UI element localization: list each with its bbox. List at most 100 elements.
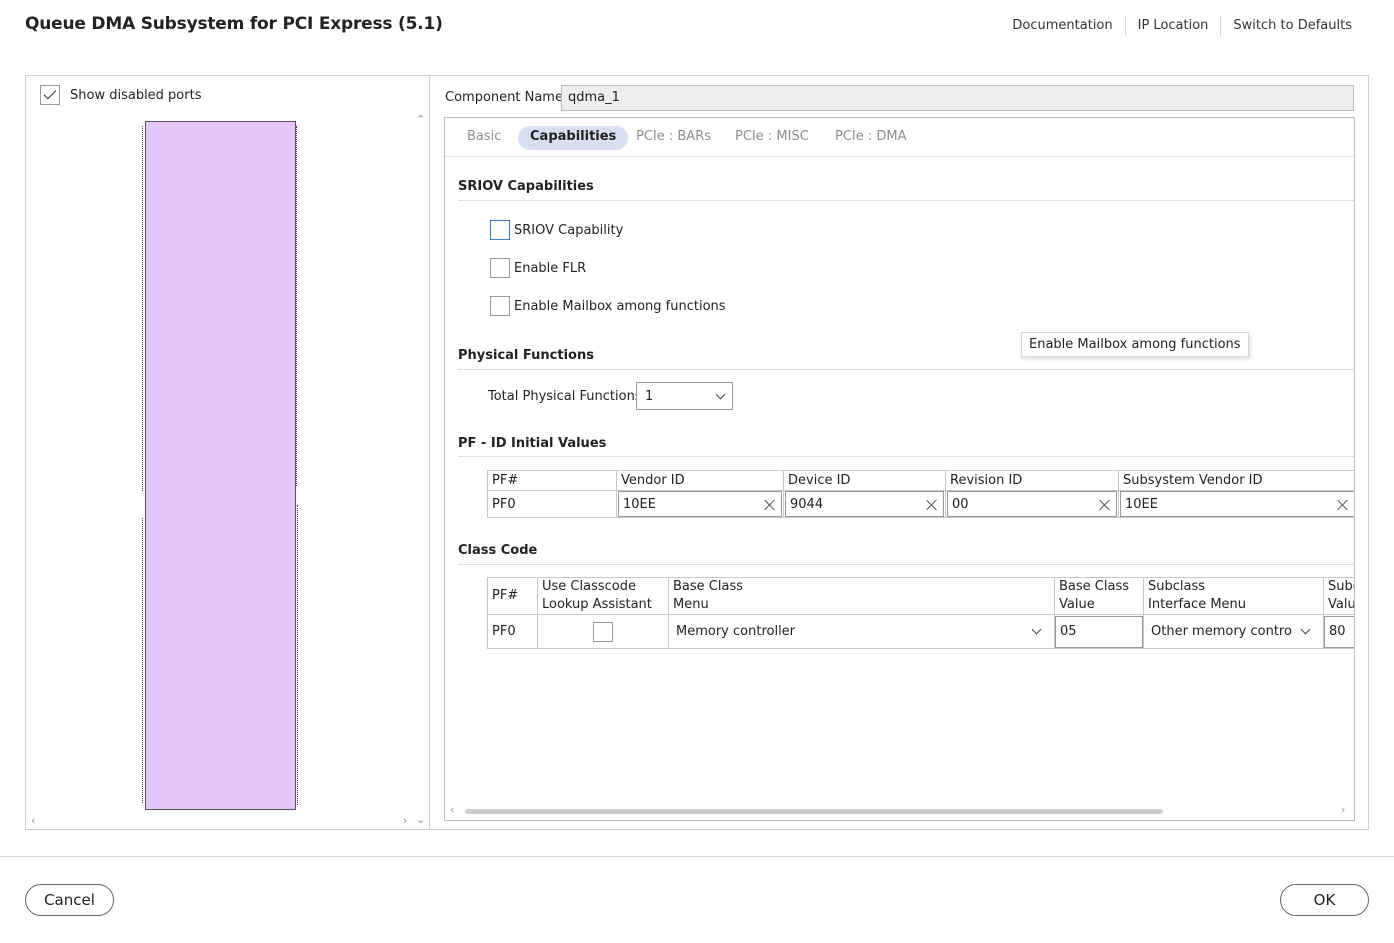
hscroll-right-icon[interactable]: ›	[1341, 803, 1345, 816]
subclass-menu-select[interactable]: Other memory controlle	[1148, 623, 1319, 641]
base-class-value-value: 05	[1060, 623, 1077, 639]
table-header-row: PF# Vendor ID Device ID Revision ID Subs…	[487, 470, 1354, 491]
col-base-class-menu: Base Class Menu	[668, 577, 1055, 615]
tab-pcie-bars[interactable]: PCIe : BARs	[624, 126, 723, 150]
use-assistant-checkbox[interactable]	[593, 621, 613, 642]
total-pf-value: 1	[645, 388, 654, 404]
tooltip: Enable Mailbox among functions	[1021, 332, 1249, 357]
col-use-classcode: Use Classcode Lookup Assistant	[537, 577, 669, 615]
ip-symbol-block[interactable]	[145, 121, 296, 810]
tab-basic[interactable]: Basic	[455, 126, 513, 150]
table-row: PF0 10EE 9044 00 10EE	[487, 490, 1354, 518]
hscroll-left-icon[interactable]: ‹	[450, 803, 454, 816]
vendor-id-cell: 10EE	[616, 490, 784, 518]
dialog-title: Queue DMA Subsystem for PCI Express (5.1…	[25, 14, 443, 34]
col-base-class-menu-line1: Base Class	[673, 579, 743, 594]
revision-id-value: 00	[952, 496, 969, 512]
class-code-title: Class Code	[458, 543, 538, 558]
cancel-button[interactable]: Cancel	[25, 884, 114, 916]
scroll-down-icon[interactable]: ⌄	[416, 813, 425, 826]
device-id-value: 9044	[790, 496, 824, 512]
vendor-id-value: 10EE	[623, 496, 656, 512]
clear-icon[interactable]	[1337, 499, 1348, 510]
col-pf: PF#	[487, 470, 617, 491]
tab-pcie-dma[interactable]: PCIe : DMA	[823, 126, 919, 150]
subclass-value-cell: 80	[1323, 614, 1354, 649]
component-name-input[interactable]: qdma_1	[561, 85, 1354, 111]
col-subsystem-vendor-id: Subsystem Vendor ID	[1118, 470, 1354, 491]
col-revision-id: Revision ID	[945, 470, 1119, 491]
col-use-classcode-line1: Use Classcode	[542, 579, 636, 594]
pf-cell: PF0	[487, 614, 538, 649]
chevron-down-icon	[715, 389, 726, 399]
show-disabled-ports-checkbox[interactable]	[40, 85, 60, 105]
chevron-down-icon	[1031, 624, 1042, 635]
use-assistant-cell	[537, 614, 669, 649]
enable-flr-checkbox[interactable]	[490, 258, 510, 278]
tab-capabilities[interactable]: Capabilities	[518, 126, 629, 150]
subsystem-vendor-id-cell: 10EE	[1118, 490, 1354, 518]
subclass-value-value: 80	[1329, 623, 1346, 639]
col-base-class-value-line2: Value	[1059, 597, 1095, 612]
col-subclass-menu: Subclass Interface Menu	[1143, 577, 1324, 615]
pf-divider	[458, 369, 1354, 370]
pf-id-table-wrap: PF# Vendor ID Device ID Revision ID Subs…	[487, 470, 1354, 518]
col-vendor-id: Vendor ID	[616, 470, 784, 491]
switch-to-defaults-link[interactable]: Switch to Defaults	[1220, 16, 1364, 36]
enable-mailbox-checkbox[interactable]	[490, 296, 510, 316]
subclass-menu-value: Other memory controlle	[1151, 623, 1293, 639]
pf-cell: PF0	[487, 490, 617, 518]
class-code-table: PF# Use Classcode Lookup Assistant Base …	[487, 577, 1354, 649]
documentation-link[interactable]: Documentation	[1000, 16, 1124, 36]
chevron-down-icon	[1300, 624, 1311, 635]
col-subclass-menu-line1: Subclass	[1148, 579, 1206, 594]
table-header-row: PF# Use Classcode Lookup Assistant Base …	[487, 577, 1354, 615]
total-pf-label: Total Physical Functions	[488, 389, 642, 404]
vendor-id-input[interactable]: 10EE	[618, 491, 782, 517]
col-base-class-menu-line2: Menu	[673, 597, 709, 612]
scroll-right-icon[interactable]: ›	[403, 814, 407, 827]
enable-flr-label: Enable FLR	[514, 260, 587, 276]
sriov-capability-checkbox[interactable]	[490, 220, 510, 240]
col-subclass-value: Subc Valu	[1323, 577, 1354, 615]
device-id-input[interactable]: 9044	[785, 491, 944, 517]
component-name-label: Component Name	[445, 90, 563, 105]
enable-mailbox-row: Enable Mailbox among functions	[490, 296, 726, 316]
col-base-class-value-line1: Base Class	[1059, 579, 1129, 594]
pf-id-divider	[458, 456, 1354, 457]
ok-button[interactable]: OK	[1280, 884, 1369, 916]
show-disabled-ports-label: Show disabled ports	[70, 87, 202, 103]
subsystem-vendor-id-input[interactable]: 10EE	[1120, 491, 1354, 517]
device-id-cell: 9044	[783, 490, 946, 518]
header-links: Documentation IP Location Switch to Defa…	[1000, 16, 1364, 36]
base-class-menu-select[interactable]: Memory controller	[673, 623, 1050, 641]
enable-flr-row: Enable FLR	[490, 258, 586, 278]
clear-icon[interactable]	[1099, 499, 1110, 510]
col-device-id: Device ID	[783, 470, 946, 491]
clear-icon[interactable]	[926, 499, 937, 510]
class-code-divider	[458, 564, 1354, 565]
ip-location-link[interactable]: IP Location	[1124, 16, 1221, 36]
tab-pcie-misc[interactable]: PCIe : MISC	[723, 126, 821, 150]
sriov-capability-label: SRIOV Capability	[514, 222, 624, 238]
horizontal-scrollbar-thumb[interactable]	[465, 809, 1163, 814]
scroll-up-icon[interactable]: ⌃	[416, 113, 425, 126]
clear-icon[interactable]	[764, 499, 775, 510]
scroll-left-icon[interactable]: ‹	[31, 814, 35, 827]
base-class-menu-cell: Memory controller	[668, 614, 1055, 649]
subsystem-vendor-id-value: 10EE	[1125, 496, 1158, 512]
total-pf-select[interactable]: 1	[636, 382, 733, 410]
sriov-section-title: SRIOV Capabilities	[458, 179, 594, 194]
pf-id-title: PF - ID Initial Values	[458, 436, 607, 451]
table-row: PF0 Memory controller 05 Other memory co…	[487, 614, 1354, 649]
show-disabled-ports-row: Show disabled ports	[40, 85, 201, 105]
subclass-value-input[interactable]: 80	[1324, 615, 1354, 648]
col-base-class-value: Base Class Value	[1054, 577, 1144, 615]
base-class-value-input[interactable]: 05	[1055, 615, 1143, 648]
col-subclass-value-line2: Valu	[1328, 597, 1354, 612]
revision-id-cell: 00	[945, 490, 1119, 518]
pf-id-table: PF# Vendor ID Device ID Revision ID Subs…	[487, 470, 1354, 518]
enable-mailbox-label: Enable Mailbox among functions	[514, 298, 726, 314]
revision-id-input[interactable]: 00	[947, 491, 1117, 517]
class-code-table-wrap: PF# Use Classcode Lookup Assistant Base …	[487, 577, 1354, 649]
